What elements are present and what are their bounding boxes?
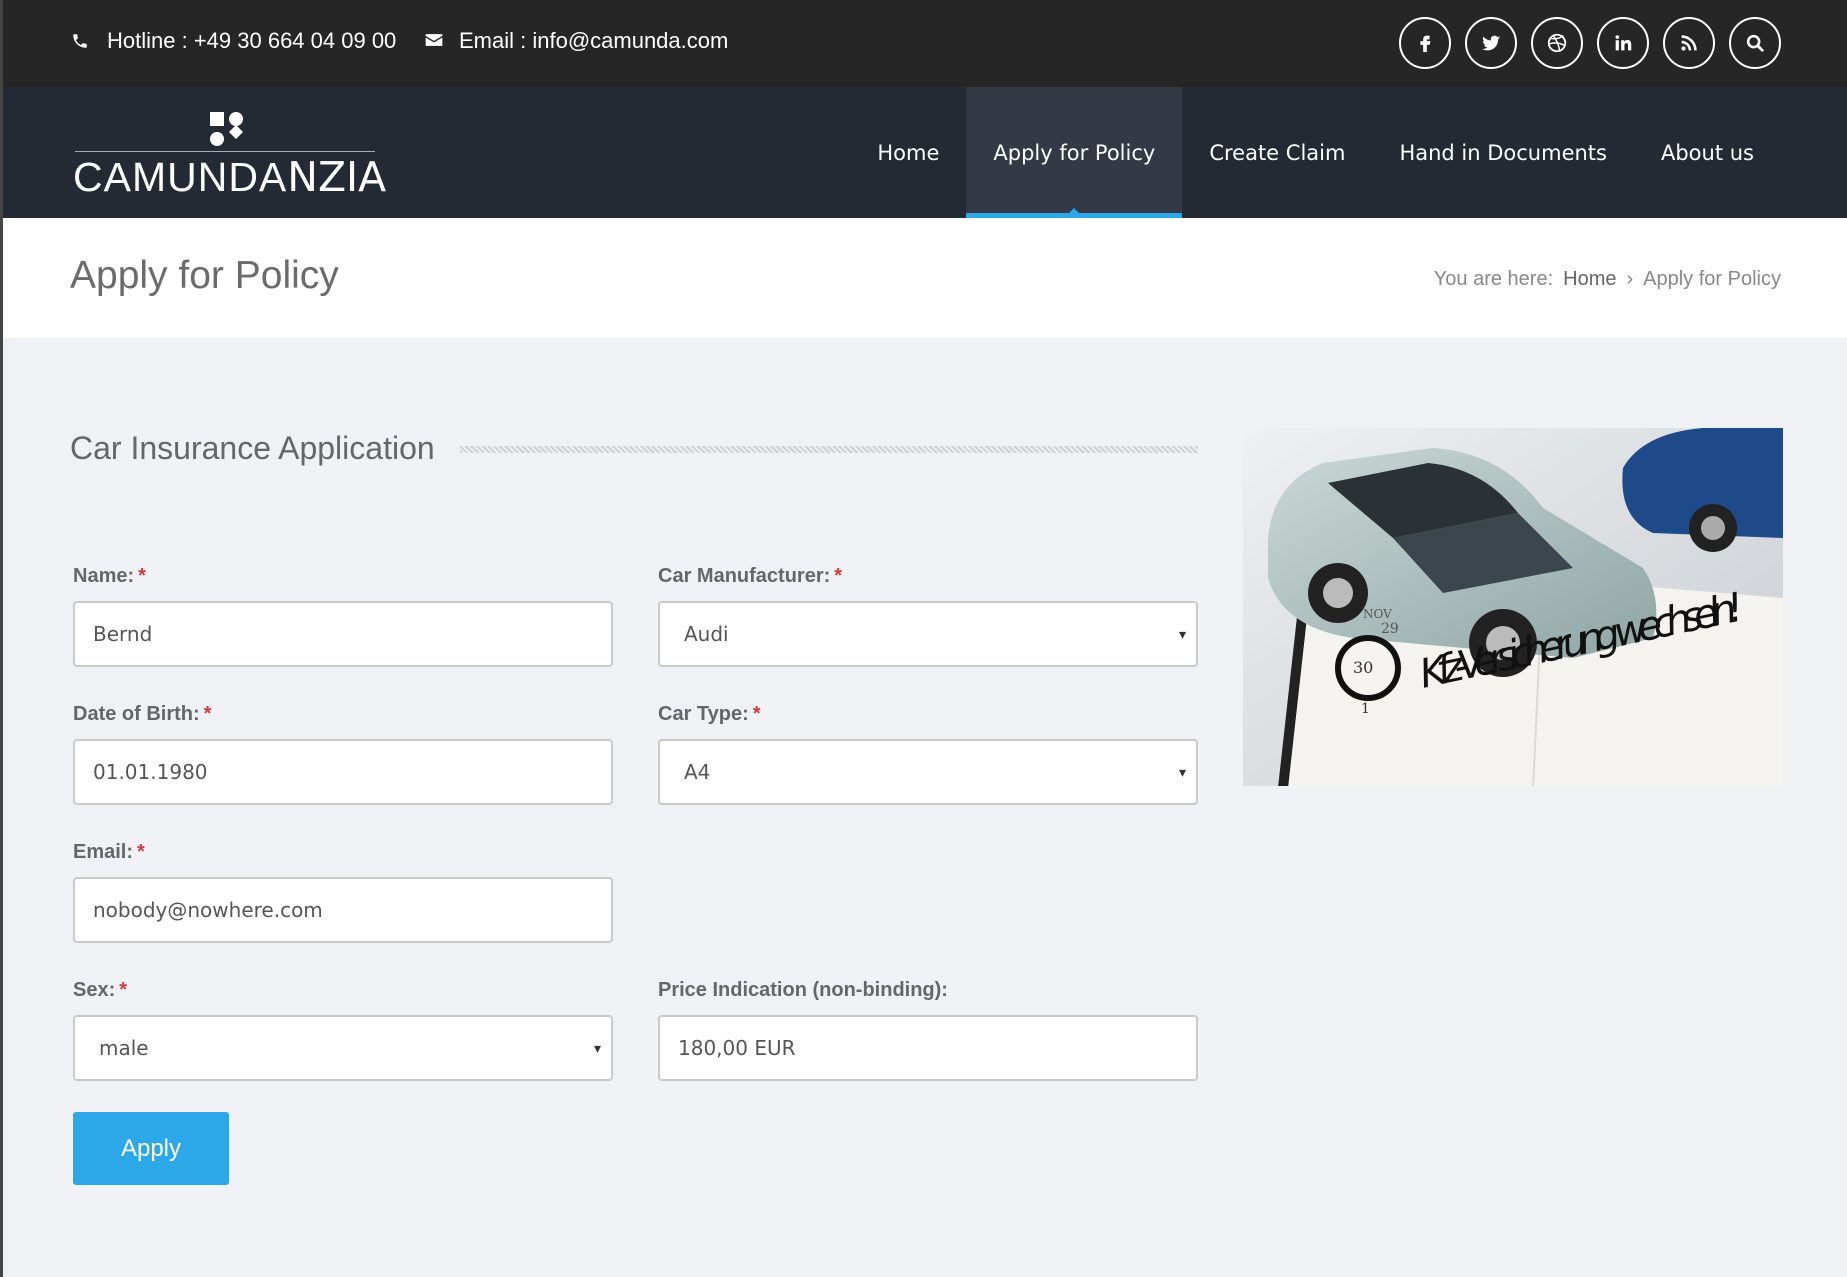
nav-create-claim[interactable]: Create Claim <box>1182 87 1372 218</box>
name-label: Name: * <box>73 565 146 587</box>
sex-label: Sex: * <box>73 979 128 1001</box>
page-title: Apply for Policy <box>70 254 339 297</box>
dob-label: Date of Birth: * <box>73 703 212 725</box>
page: Hotline : +49 30 664 04 09 00 Email : in… <box>0 0 1847 1277</box>
envelope-icon <box>423 30 445 52</box>
svg-text:NOV: NOV <box>1363 607 1392 621</box>
car-type-select[interactable]: A4 ▾ <box>658 739 1198 805</box>
section-title: Car Insurance Application <box>70 430 435 466</box>
breadcrumb: You are here: Home › Apply for Policy <box>1434 268 1781 291</box>
required-mark: * <box>834 565 843 587</box>
svg-text:29: 29 <box>1381 621 1399 637</box>
sex-select[interactable]: male ▾ <box>73 1015 613 1081</box>
price-indication-label: Price Indication (non-binding): <box>658 979 948 1001</box>
logo-mark-icon <box>210 112 243 146</box>
hotline: Hotline : +49 30 664 04 09 00 <box>71 28 396 54</box>
breadcrumb-prefix: You are here: <box>1433 268 1554 290</box>
required-mark: * <box>119 979 128 1001</box>
linkedin-icon[interactable] <box>1597 17 1649 69</box>
price-indication-field[interactable]: 180,00 EUR <box>658 1015 1198 1081</box>
email-text[interactable]: Email : info@camunda.com <box>459 28 728 54</box>
facebook-icon[interactable] <box>1399 17 1451 69</box>
dob-field[interactable]: 01.01.1980 <box>73 739 613 805</box>
required-mark: * <box>203 703 212 725</box>
chevron-down-icon: ▾ <box>593 1041 601 1057</box>
section-divider <box>460 446 1198 453</box>
car-type-label: Car Type: * <box>658 703 761 725</box>
chevron-down-icon: ▾ <box>1178 765 1186 781</box>
breadcrumb-current: Apply for Policy <box>1643 268 1781 290</box>
nav-menu: Home Apply for Policy Create Claim Hand … <box>850 87 1781 218</box>
search-icon[interactable] <box>1729 17 1781 69</box>
top-bar: Hotline : +49 30 664 04 09 00 Email : in… <box>3 0 1847 87</box>
nav-hand-in-documents[interactable]: Hand in Documents <box>1372 87 1634 218</box>
car-manufacturer-label: Car Manufacturer: * <box>658 565 843 587</box>
svg-text:1: 1 <box>1361 701 1370 717</box>
email-label: Email: * <box>73 841 145 863</box>
dribbble-icon[interactable] <box>1531 17 1583 69</box>
page-title-bar: Apply for Policy You are here: Home › Ap… <box>3 218 1847 338</box>
rss-icon[interactable] <box>1663 17 1715 69</box>
breadcrumb-separator: › <box>1626 268 1634 290</box>
main-navbar: CAMUNDANZIA Home Apply for Policy Create… <box>3 87 1847 218</box>
hotline-text: Hotline : +49 30 664 04 09 00 <box>107 28 397 53</box>
logo-text: CAMUNDANZIA <box>73 153 387 201</box>
required-mark: * <box>138 565 146 587</box>
apply-button[interactable]: Apply <box>73 1112 229 1185</box>
nav-home[interactable]: Home <box>850 87 966 218</box>
car-manufacturer-select[interactable]: Audi ▾ <box>658 601 1198 667</box>
car-toy-illustration: NOV 29 30 1 Kfz-Versicherung wechseln! <box>1243 428 1783 786</box>
twitter-icon[interactable] <box>1465 17 1517 69</box>
required-mark: * <box>752 703 761 725</box>
breadcrumb-home[interactable]: Home <box>1563 268 1616 291</box>
logo-line <box>75 151 375 152</box>
car-insurance-image: NOV 29 30 1 Kfz-Versicherung wechseln! <box>1243 428 1783 786</box>
email-field[interactable]: nobody@nowhere.com <box>73 877 613 943</box>
social-links <box>1399 17 1781 69</box>
svg-text:30: 30 <box>1353 658 1373 677</box>
required-mark: * <box>137 841 145 863</box>
camundanzia-logo[interactable]: CAMUNDANZIA <box>73 111 387 201</box>
nav-about-us[interactable]: About us <box>1634 87 1781 218</box>
chevron-down-icon: ▾ <box>1178 627 1186 643</box>
nav-apply-for-policy[interactable]: Apply for Policy <box>966 87 1183 218</box>
email-contact: Email : info@camunda.com <box>423 28 728 54</box>
phone-icon <box>71 30 93 52</box>
name-field[interactable]: Bernd <box>73 601 613 667</box>
